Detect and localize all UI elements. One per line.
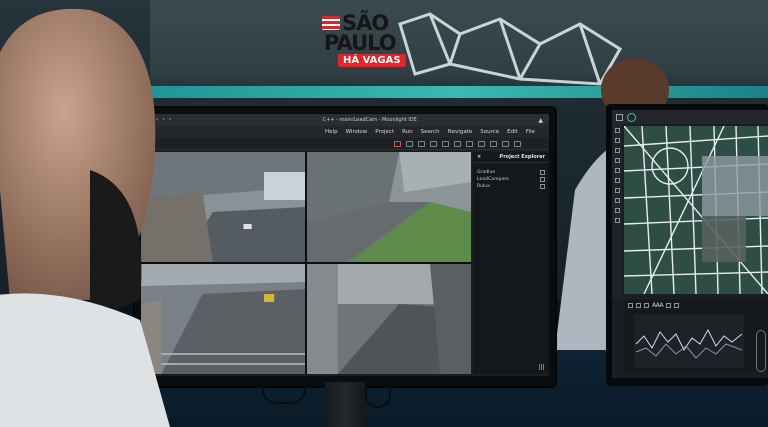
- menu-edit[interactable]: Edit: [507, 129, 518, 135]
- side-monitor-screen: AAA: [612, 110, 768, 378]
- tool-icon[interactable]: [644, 303, 649, 308]
- side-tool-rail: [612, 124, 622, 298]
- resize-grip-icon[interactable]: [539, 364, 545, 370]
- grid-icon[interactable]: [616, 113, 623, 121]
- logo-badge: HÁ VAGAS: [338, 54, 406, 67]
- ide-titlebar: • • • • C++ - main/LeadCam - Moonlight I…: [141, 114, 549, 126]
- flag-icon: [322, 16, 340, 30]
- camera-feed-2[interactable]: [307, 152, 471, 262]
- close-icon[interactable]: ×: [477, 154, 481, 160]
- explorer-title: Project Explorer: [499, 154, 545, 160]
- map-video-inset-2: [702, 216, 746, 262]
- layout-icon[interactable]: [478, 140, 485, 147]
- ide-window: • • • • C++ - main/LeadCam - Moonlight I…: [141, 114, 549, 376]
- map-video-inset: [702, 156, 768, 216]
- menu-help[interactable]: Help: [325, 129, 338, 135]
- tool-icon[interactable]: [628, 303, 633, 308]
- trend-line-graphic: [634, 314, 744, 368]
- side-analytics-panel: AAA: [624, 300, 768, 372]
- city-map[interactable]: [624, 126, 768, 294]
- user-icon[interactable]: [454, 140, 461, 147]
- monitor-cable: [262, 380, 306, 404]
- monitor-cable: [365, 380, 391, 408]
- folder-icon: [540, 170, 545, 175]
- tool-icon[interactable]: [666, 303, 672, 308]
- side-bottom-label: AAA: [652, 302, 664, 309]
- menu-file[interactable]: File: [526, 129, 535, 135]
- tree-item[interactable]: LeadCompere: [477, 176, 545, 183]
- phone-icon[interactable]: [466, 140, 473, 147]
- tree-item-label: LeadCompere: [477, 177, 509, 182]
- camera-icon[interactable]: [406, 140, 413, 147]
- tree-item[interactable]: Rulux: [477, 183, 545, 190]
- tool-icon[interactable]: [614, 148, 620, 153]
- camera-feed-4[interactable]: [307, 264, 471, 374]
- folder-icon: [540, 184, 545, 189]
- tool-icon[interactable]: [614, 218, 620, 223]
- chevron-up-icon[interactable]: ▲: [538, 117, 543, 124]
- camera-grid: [141, 152, 471, 374]
- explorer-tree: Gradlue LeadCompere Rulux: [473, 163, 549, 196]
- grid-icon[interactable]: [490, 140, 497, 147]
- side-bottom-toolbar: AAA: [624, 300, 768, 311]
- tool-icon[interactable]: [636, 303, 641, 308]
- logo-line-2: PAULO: [324, 31, 397, 55]
- menu-navigate[interactable]: Navigate: [448, 129, 473, 135]
- tool-icon[interactable]: [614, 198, 620, 203]
- tree-item-label: Gradlue: [477, 170, 496, 175]
- tree-item[interactable]: Gradlue: [477, 169, 545, 176]
- ide-menubar: Help Window Project Run Search Navigate …: [141, 126, 549, 138]
- main-monitor: • • • • C++ - main/LeadCam - Moonlight I…: [135, 108, 555, 386]
- tool-icon[interactable]: [614, 188, 620, 193]
- tool-icon[interactable]: [442, 140, 449, 147]
- side-monitor: AAA: [606, 104, 768, 386]
- window-title: C++ - main/LeadCam - Moonlight IDE: [322, 117, 417, 123]
- project-explorer: × Project Explorer Gradlue LeadCompere R…: [473, 152, 549, 374]
- panel-icon[interactable]: [502, 140, 509, 147]
- side-toolbar: [612, 110, 768, 124]
- status-icon[interactable]: [627, 112, 636, 122]
- menu-source[interactable]: Source: [480, 129, 499, 135]
- tool-icon[interactable]: [614, 208, 620, 213]
- teal-light-strip: [150, 86, 768, 98]
- operator-left: [0, 8, 170, 427]
- folder-icon: [540, 177, 545, 182]
- ide-toolbar: [141, 138, 549, 150]
- mail-icon[interactable]: [430, 140, 437, 147]
- tool-icon[interactable]: [674, 303, 680, 308]
- side-scroll-widget[interactable]: [756, 330, 766, 372]
- menu-search[interactable]: Search: [421, 129, 440, 135]
- tool-icon[interactable]: [614, 138, 620, 143]
- menu-window[interactable]: Window: [346, 129, 368, 135]
- window-icon[interactable]: [514, 140, 521, 147]
- tool-icon[interactable]: [614, 178, 620, 183]
- menu-project[interactable]: Project: [375, 129, 394, 135]
- tool-icon[interactable]: [614, 168, 620, 173]
- monitor-stand: [325, 382, 365, 427]
- screen-icon[interactable]: [418, 140, 425, 147]
- tree-item-label: Rulux: [477, 184, 490, 189]
- tool-icon[interactable]: [614, 158, 620, 163]
- record-icon[interactable]: [394, 140, 401, 147]
- sao-paulo-logo: SÃO PAULO HÁ VAGAS: [320, 12, 410, 70]
- explorer-header: × Project Explorer: [473, 152, 549, 163]
- tool-icon[interactable]: [614, 128, 620, 133]
- menu-run[interactable]: Run: [402, 129, 413, 135]
